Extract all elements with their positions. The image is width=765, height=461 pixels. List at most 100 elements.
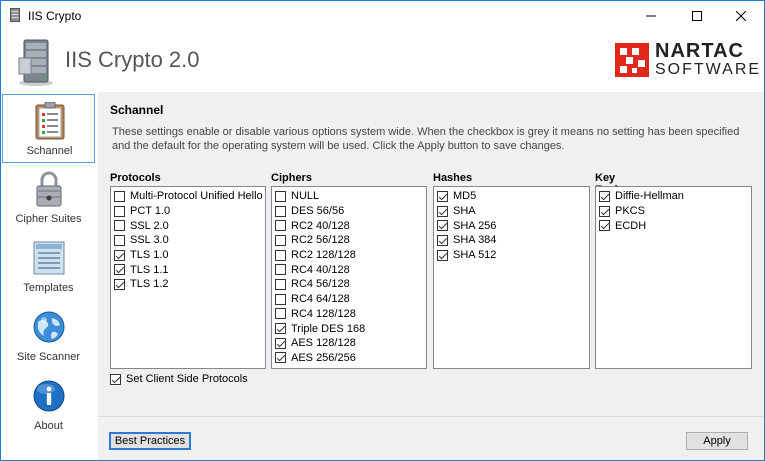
- checkbox[interactable]: [599, 205, 610, 217]
- checkbox-label: RC2 40/128: [291, 219, 350, 232]
- checkbox[interactable]: [114, 220, 125, 232]
- checkbox-label: RC4 128/128: [291, 307, 356, 320]
- checkbox-label: RC4 64/128: [291, 293, 350, 306]
- checkbox[interactable]: [275, 308, 286, 320]
- checkbox[interactable]: [114, 190, 125, 202]
- checkbox-item[interactable]: PCT 1.0: [114, 204, 265, 219]
- checkbox-item[interactable]: TLS 1.0: [114, 248, 265, 263]
- best-practices-button[interactable]: Best Practices: [109, 432, 191, 450]
- checkbox-label: AES 256/256: [291, 351, 356, 364]
- checkbox[interactable]: [437, 205, 448, 217]
- logo-mark-icon: [615, 42, 649, 77]
- app-icon: [10, 8, 20, 22]
- checkbox-label: RC4 40/128: [291, 263, 350, 276]
- checkbox-item[interactable]: SSL 3.0: [114, 233, 265, 248]
- checkbox-item[interactable]: RC4 128/128: [275, 307, 426, 322]
- checkbox-label: SHA: [453, 205, 476, 218]
- checkbox-item[interactable]: AES 256/256: [275, 351, 426, 366]
- checkbox[interactable]: [599, 220, 610, 232]
- checkbox-item[interactable]: RC4 40/128: [275, 262, 426, 277]
- sidebar-item-cipher-suites[interactable]: Cipher Suites: [2, 163, 95, 232]
- checkbox-label: SHA 256: [453, 219, 497, 232]
- sidebar-item-label: About: [34, 420, 63, 432]
- checkbox[interactable]: [599, 190, 610, 202]
- checkbox-item[interactable]: Multi-Protocol Unified Hello: [114, 189, 265, 204]
- sidebar-item-about[interactable]: About: [2, 370, 95, 439]
- checkbox-item[interactable]: NULL: [275, 189, 426, 204]
- server-icon: [18, 39, 53, 86]
- client-side-label: Set Client Side Protocols: [126, 373, 248, 385]
- checkbox[interactable]: [275, 205, 286, 217]
- checkbox-item[interactable]: RC4 56/128: [275, 277, 426, 292]
- checkbox-item[interactable]: RC2 40/128: [275, 218, 426, 233]
- checkbox-label: NULL: [291, 190, 320, 203]
- checkbox-item[interactable]: AES 128/128: [275, 336, 426, 351]
- checkbox-item[interactable]: ECDH: [599, 218, 751, 233]
- checkbox-item[interactable]: SHA 384: [437, 233, 589, 248]
- checkbox-label: Triple DES 168: [291, 322, 366, 335]
- sidebar-item-templates[interactable]: Templates: [2, 232, 95, 301]
- checkbox-item[interactable]: Diffie-Hellman: [599, 189, 751, 204]
- checkbox[interactable]: [114, 278, 125, 290]
- checkbox-item[interactable]: SHA 512: [437, 248, 589, 263]
- schannel-panel: Schannel These settings enable or disabl…: [98, 92, 764, 460]
- checkbox[interactable]: [437, 249, 448, 261]
- sidebar-item-schannel[interactable]: Schannel: [2, 94, 95, 163]
- checkbox[interactable]: [275, 352, 286, 364]
- clipboard-icon: [35, 102, 65, 140]
- logo-name: NARTAC: [655, 40, 744, 62]
- checkbox-item[interactable]: SSL 2.0: [114, 218, 265, 233]
- window-title: IIS Crypto: [28, 9, 82, 23]
- checkbox[interactable]: [275, 323, 286, 335]
- checkbox-item[interactable]: RC2 128/128: [275, 248, 426, 263]
- checkbox-item[interactable]: PKCS: [599, 204, 751, 219]
- section-title: Schannel: [110, 103, 164, 117]
- close-button[interactable]: [718, 1, 764, 30]
- client-side-protocols[interactable]: Set Client Side Protocols: [110, 373, 248, 385]
- app-title: IIS Crypto 2.0: [65, 47, 200, 72]
- checkbox[interactable]: [114, 249, 125, 261]
- checkbox[interactable]: [275, 264, 286, 276]
- checkbox[interactable]: [275, 278, 286, 290]
- nartac-logo: NARTAC SOFTWARE: [615, 41, 761, 78]
- checkbox[interactable]: [437, 234, 448, 246]
- sidebar-item-site-scanner[interactable]: Site Scanner: [2, 301, 95, 370]
- checkbox[interactable]: [275, 190, 286, 202]
- checkbox-label: ECDH: [615, 219, 647, 232]
- maximize-button[interactable]: [674, 1, 720, 30]
- checkbox-item[interactable]: Triple DES 168: [275, 321, 426, 336]
- key-exchanges-list: Diffie-Hellman PKCS ECDH: [595, 186, 752, 369]
- checkbox-item[interactable]: DES 56/56: [275, 204, 426, 219]
- info-icon: [33, 380, 65, 412]
- minimize-button[interactable]: [628, 1, 674, 30]
- checkbox[interactable]: [275, 234, 286, 246]
- checkbox-label: SHA 512: [453, 249, 497, 262]
- checkbox[interactable]: [114, 264, 125, 276]
- checkbox[interactable]: [437, 220, 448, 232]
- checkbox-label: SSL 3.0: [130, 234, 169, 247]
- checkbox[interactable]: [275, 220, 286, 232]
- checkbox[interactable]: [275, 249, 286, 261]
- checkbox[interactable]: [437, 190, 448, 202]
- protocols-list: Multi-Protocol Unified Hello PCT 1.0 SSL 2…: [110, 186, 266, 369]
- checkbox-item[interactable]: RC2 56/128: [275, 233, 426, 248]
- checkbox[interactable]: [114, 234, 125, 246]
- checkbox-item[interactable]: TLS 1.2: [114, 277, 265, 292]
- checkbox-item[interactable]: SHA 256: [437, 218, 589, 233]
- checkbox-label: Multi-Protocol Unified Hello: [130, 190, 263, 203]
- checkbox[interactable]: [114, 205, 125, 217]
- group-title: Ciphers: [271, 172, 312, 184]
- checkbox-label: RC4 56/128: [291, 278, 350, 291]
- checkbox[interactable]: [275, 337, 286, 349]
- checkbox-item[interactable]: RC4 64/128: [275, 292, 426, 307]
- sidebar-item-label: Site Scanner: [17, 351, 80, 363]
- footer-bar: Best Practices Apply: [98, 416, 764, 460]
- sidebar: Schannel Cipher Suites Templates Site Sc…: [1, 92, 97, 460]
- hashes-list: MD5 SHA SHA 256 SHA 384 SHA 512: [433, 186, 590, 369]
- checkbox[interactable]: [275, 293, 286, 305]
- apply-button[interactable]: Apply: [686, 432, 748, 450]
- checkbox-item[interactable]: MD5: [437, 189, 589, 204]
- checkbox-item[interactable]: SHA: [437, 204, 589, 219]
- client-side-checkbox[interactable]: [110, 373, 121, 385]
- checkbox-item[interactable]: TLS 1.1: [114, 262, 265, 277]
